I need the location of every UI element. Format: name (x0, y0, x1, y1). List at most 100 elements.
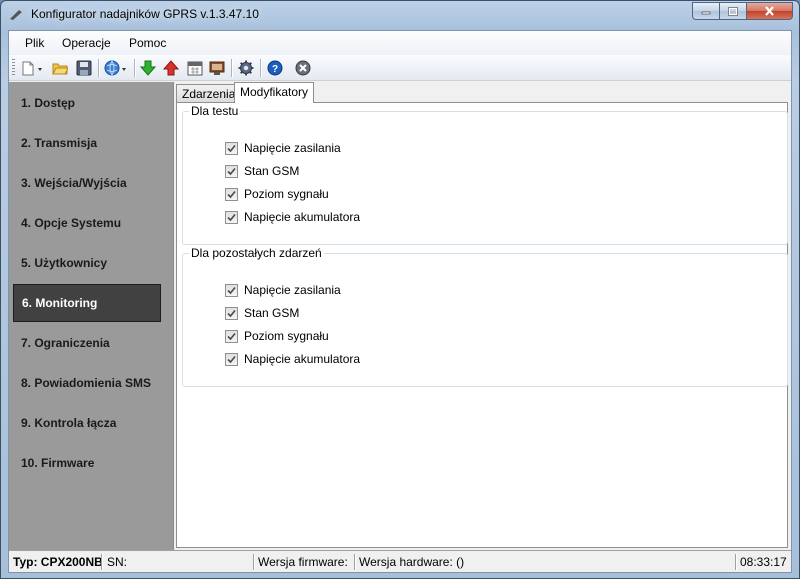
group-dla-pozostalych-zdarzen: Dla pozostałych zdarzeń Napięcie zasilan… (182, 246, 788, 387)
checkbox-row[interactable]: Stan GSM (225, 163, 299, 179)
status-separator (253, 554, 254, 570)
checkmark-icon (227, 332, 236, 340)
checkbox-row[interactable]: Poziom sygnału (225, 186, 329, 202)
toolbar-separator (260, 59, 261, 77)
tab-zdarzenia[interactable]: Zdarzenia (176, 84, 242, 102)
sidebar: 1. Dostęp 2. Transmisja 3. Wejścia/Wyjśc… (9, 82, 173, 550)
menu-pomoc[interactable]: Pomoc (129, 36, 166, 50)
tab-modyfikatory[interactable]: Modyfikatory (234, 82, 315, 103)
exit-icon (295, 60, 311, 76)
save-button[interactable] (75, 59, 93, 77)
checkbox[interactable] (225, 164, 238, 178)
checkbox-label: Napięcie zasilania (244, 283, 341, 297)
read-button[interactable] (139, 59, 157, 77)
settings-gear-icon (238, 60, 254, 76)
monitor-button[interactable] (208, 59, 226, 77)
group-legend: Dla pozostałych zdarzeń (189, 246, 324, 260)
sidebar-item-powiadomienia-sms[interactable]: 8. Powiadomienia SMS (13, 364, 161, 402)
client-area: Plik Operacje Pomoc ? 1. Dostęp 2. Trans… (8, 30, 792, 573)
sidebar-item-kontrola-lacza[interactable]: 9. Kontrola łącza (13, 404, 161, 442)
checkbox-label: Napięcie akumulatora (244, 210, 361, 224)
status-device-type: Typ: CPX200NB (13, 555, 103, 569)
status-separator (354, 554, 355, 570)
checkbox-row[interactable]: Napięcie zasilania (225, 282, 341, 298)
checkmark-icon (227, 355, 236, 363)
app-logo-icon (9, 7, 25, 21)
status-separator (101, 554, 102, 570)
toolbar-separator (231, 59, 232, 77)
help-button[interactable]: ? (266, 59, 284, 77)
minimize-button[interactable] (692, 2, 720, 20)
checkbox[interactable] (225, 306, 238, 320)
help-icon: ? (267, 60, 283, 76)
toolbar-separator (134, 59, 135, 77)
checkbox-row[interactable]: Napięcie akumulatora (225, 351, 360, 367)
tab-panel-modyfikatory: Dla testu Napięcie zasilania Stan GSM Po… (176, 102, 788, 548)
checkbox-label: Poziom sygnału (244, 187, 329, 201)
status-firmware-version: Wersja firmware: (258, 555, 348, 569)
status-hardware-version: Wersja hardware: () (359, 555, 465, 569)
open-folder-icon (52, 63, 68, 75)
new-file-icon (22, 61, 42, 76)
settings-button[interactable] (237, 59, 255, 77)
checkbox-label: Poziom sygnału (244, 329, 329, 343)
toolbar-grip[interactable] (12, 59, 15, 77)
checkbox-label: Napięcie zasilania (244, 141, 341, 155)
toolbar: ? (9, 55, 791, 81)
maximize-icon (728, 6, 738, 16)
connection-button[interactable] (103, 59, 131, 77)
calendar-button[interactable] (186, 59, 204, 77)
group-dla-testu: Dla testu Napięcie zasilania Stan GSM Po… (182, 104, 788, 245)
sidebar-item-firmware[interactable]: 10. Firmware (13, 444, 161, 482)
sidebar-item-dostep[interactable]: 1. Dostęp (13, 84, 161, 122)
checkbox-label: Napięcie akumulatora (244, 352, 361, 366)
open-button[interactable] (51, 59, 69, 77)
status-separator (735, 554, 736, 570)
checkmark-icon (227, 213, 236, 221)
svg-text:?: ? (272, 64, 278, 75)
checkmark-icon (227, 286, 236, 294)
menu-bar: Plik Operacje Pomoc (9, 31, 791, 55)
sidebar-item-monitoring[interactable]: 6. Monitoring (13, 284, 161, 322)
checkbox[interactable] (225, 187, 238, 201)
download-arrow-icon (140, 60, 156, 76)
checkbox[interactable] (225, 141, 238, 155)
window-controls (692, 2, 793, 20)
maximize-button[interactable] (720, 2, 747, 20)
close-icon (765, 6, 774, 16)
checkbox-row[interactable]: Napięcie akumulatora (225, 209, 360, 225)
menu-operacje[interactable]: Operacje (62, 36, 111, 50)
checkbox-row[interactable]: Stan GSM (225, 305, 299, 321)
status-bar: Typ: CPX200NB SN: Wersja firmware: Wersj… (9, 550, 791, 572)
close-button[interactable] (747, 2, 793, 20)
upload-arrow-icon (163, 60, 179, 76)
window-title: Konfigurator nadajników GPRS v.1.3.47.10 (31, 7, 259, 21)
checkbox[interactable] (225, 283, 238, 297)
sidebar-item-ograniczenia[interactable]: 7. Ograniczenia (13, 324, 161, 362)
checkbox-label: Stan GSM (244, 164, 300, 178)
exit-button[interactable] (294, 59, 312, 77)
checkbox-row[interactable]: Napięcie zasilania (225, 140, 341, 156)
checkbox[interactable] (225, 210, 238, 224)
calendar-icon (187, 61, 203, 76)
checkbox-row[interactable]: Poziom sygnału (225, 328, 329, 344)
toolbar-separator (98, 59, 99, 77)
sidebar-item-opcje-systemu[interactable]: 4. Opcje Systemu (13, 204, 161, 242)
save-disk-icon (76, 60, 92, 76)
new-file-button[interactable] (19, 59, 45, 77)
sidebar-item-transmisja[interactable]: 2. Transmisja (13, 124, 161, 162)
main-content: Zdarzenia Modyfikatory Dla testu Napięci… (173, 82, 791, 550)
app-window: Konfigurator nadajników GPRS v.1.3.47.10… (0, 0, 800, 579)
checkbox[interactable] (225, 329, 238, 343)
checkmark-icon (227, 167, 236, 175)
status-clock: 08:33:17 (740, 555, 787, 569)
checkmark-icon (227, 144, 236, 152)
checkbox[interactable] (225, 352, 238, 366)
checkmark-icon (227, 309, 236, 317)
write-button[interactable] (162, 59, 180, 77)
title-bar[interactable]: Konfigurator nadajników GPRS v.1.3.47.10 (1, 1, 799, 29)
menu-plik[interactable]: Plik (25, 36, 44, 50)
sidebar-item-uzytkownicy[interactable]: 5. Użytkownicy (13, 244, 161, 282)
group-legend: Dla testu (189, 104, 241, 118)
sidebar-item-wejscia-wyjscia[interactable]: 3. Wejścia/Wyjścia (13, 164, 161, 202)
